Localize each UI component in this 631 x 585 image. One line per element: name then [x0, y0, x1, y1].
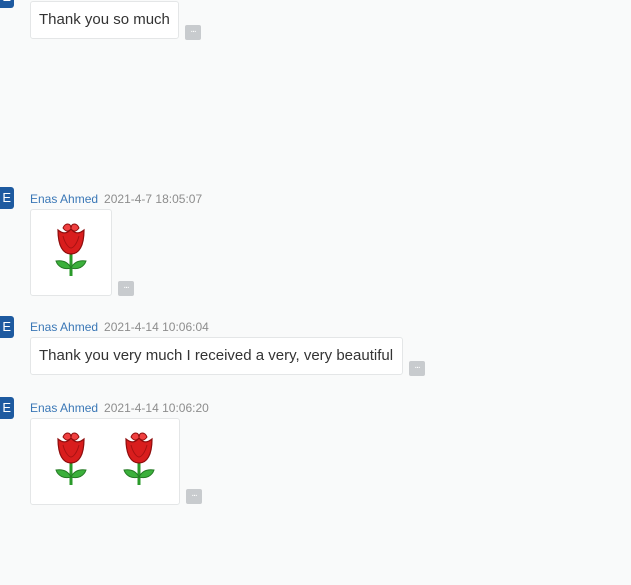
- message-timestamp: 2021-4-14 10:06:04: [104, 320, 209, 334]
- message-header: Enas Ahmed 2021-4-14 10:06:04: [30, 320, 209, 334]
- sticker-bubble: [30, 209, 112, 296]
- message-timestamp: 2021-4-14 10:06:20: [104, 401, 209, 415]
- sender-name[interactable]: Enas Ahmed: [30, 320, 98, 334]
- more-options-button[interactable]: ...: [186, 489, 202, 504]
- message-header: Enas Ahmed 2021-4-7 18:05:07: [30, 192, 202, 206]
- message-header: Enas Ahmed 2021-4-14 10:06:20: [30, 401, 209, 415]
- sender-name[interactable]: Enas Ahmed: [30, 401, 98, 415]
- message-timestamp: 2021-4-7 18:05:07: [104, 192, 203, 206]
- message-text: Thank you so much: [39, 11, 170, 28]
- message-bubble: Thank you very much I received a very, v…: [30, 337, 403, 375]
- avatar[interactable]: E: [0, 187, 14, 209]
- more-options-button[interactable]: ...: [409, 361, 425, 376]
- rose-sticker-icon: [55, 432, 87, 485]
- more-options-button[interactable]: ...: [185, 25, 201, 40]
- avatar[interactable]: E: [0, 316, 14, 338]
- message-bubble: Thank you so much: [30, 1, 179, 39]
- sticker-bubble: [30, 418, 180, 505]
- avatar[interactable]: E: [0, 397, 14, 419]
- avatar[interactable]: E: [0, 0, 14, 8]
- more-options-button[interactable]: ...: [118, 281, 134, 296]
- rose-sticker-icon: [123, 432, 155, 485]
- rose-sticker-icon: [55, 223, 87, 276]
- sender-name[interactable]: Enas Ahmed: [30, 192, 98, 206]
- message-text: Thank you very much I received a very, v…: [39, 347, 394, 364]
